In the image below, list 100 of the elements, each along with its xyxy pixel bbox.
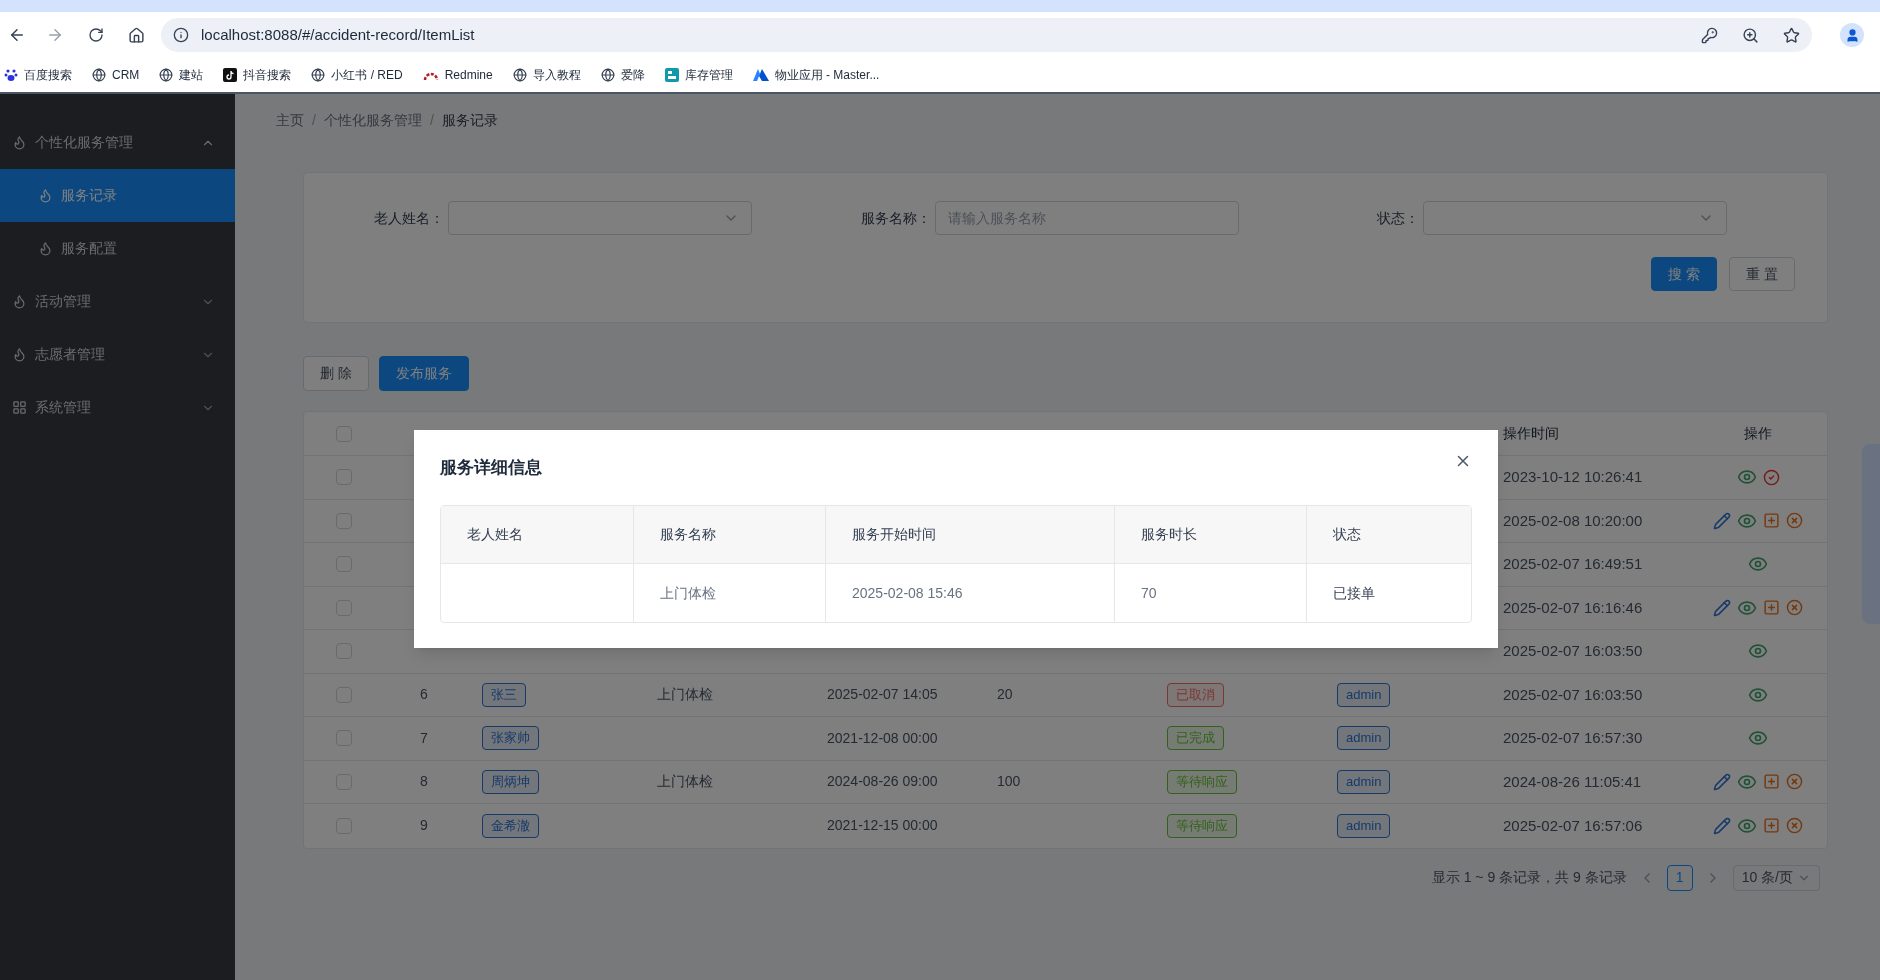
flame-icon (38, 188, 53, 203)
table-cell-text: 70 (1141, 583, 1157, 603)
cancel-icon[interactable] (1786, 512, 1803, 530)
grid-icon (12, 400, 27, 415)
column-header: 服务开始时间 (852, 525, 936, 544)
globe-icon (159, 68, 174, 82)
plus-square-icon[interactable] (1763, 817, 1780, 835)
bookmark[interactable]: 小红书 / RED (311, 66, 403, 84)
music-note-icon (223, 68, 238, 82)
flame-icon (12, 135, 27, 150)
table-cell: 2024-08-26 11:05:41 (1503, 772, 1642, 790)
zoom-icon[interactable] (1742, 26, 1759, 44)
pencil-icon[interactable] (1713, 816, 1731, 835)
table-cell: 2025-02-07 16:49:51 (1503, 555, 1643, 572)
home-icon[interactable] (128, 26, 145, 44)
page-button[interactable]: 1 (1666, 864, 1693, 891)
globe-icon (311, 68, 326, 82)
user-icon (1844, 27, 1860, 43)
menu-item[interactable]: 系统管理 (0, 381, 235, 434)
table-cell: 2025-02-07 14:05 (827, 686, 938, 703)
breadcrumb-separator: / (429, 110, 434, 130)
default-button[interactable]: 重 置 (1729, 257, 1795, 291)
bookmark[interactable]: 物业应用 - Master... (752, 66, 880, 84)
table-cell: 上门体检 (657, 686, 713, 703)
table-cell: 2025-02-07 16:16:46 (1503, 598, 1643, 616)
url-text: localhost:8088/#/accident-record/ItemList (201, 24, 475, 45)
bookmark[interactable]: 库存管理 (664, 66, 733, 84)
bookmark[interactable]: 百度搜索 (4, 66, 72, 84)
flame-icon (38, 241, 53, 256)
column-header: 服务名称 (660, 525, 716, 544)
pencil-icon[interactable] (1713, 598, 1731, 617)
filter-label: 状态： (1377, 208, 1419, 228)
table-cell: 2023-10-12 10:26:41 (1503, 468, 1643, 485)
bookmark[interactable]: CRM (92, 66, 140, 84)
star-icon[interactable] (1783, 26, 1800, 44)
table-cell: 20 (997, 686, 1013, 703)
paw-icon (4, 68, 18, 82)
breadcrumb-item: 服务记录 (441, 110, 498, 130)
profile-avatar[interactable] (1840, 23, 1864, 47)
bookmark[interactable]: 爱降 (600, 66, 645, 84)
row-number: 6 (420, 685, 428, 705)
plus-square-icon[interactable] (1763, 599, 1780, 617)
table-cell-text: 已接单 (1333, 583, 1375, 603)
bookmark[interactable]: 导入教程 (512, 66, 581, 84)
app-icon (664, 68, 679, 82)
table-cell: 2025-02-07 16:03:50 (1503, 685, 1643, 703)
flame-icon (12, 294, 27, 309)
table-cell: 2021-12-08 00:00 (827, 729, 938, 746)
column-header: 状态 (1333, 525, 1361, 544)
row-number: 8 (420, 772, 428, 792)
key-icon[interactable] (1701, 26, 1718, 44)
table-cell-text: 上门体检 (660, 583, 716, 603)
check-circle-icon[interactable] (1762, 468, 1780, 486)
select-field[interactable] (1423, 201, 1727, 235)
reload-icon[interactable] (88, 27, 104, 43)
plus-square-icon[interactable] (1763, 773, 1780, 791)
pencil-icon[interactable] (1713, 511, 1731, 530)
cancel-icon[interactable] (1786, 817, 1803, 835)
table-cell: 100 (997, 773, 1021, 790)
column-header: 操作时间 (1503, 425, 1559, 441)
menu-item[interactable]: 志愿者管理 (0, 328, 235, 381)
column-header: 服务时长 (1141, 525, 1197, 544)
address-bar[interactable]: localhost:8088/#/accident-record/ItemList (161, 18, 1812, 52)
primary-button[interactable]: 发布服务 (378, 356, 469, 391)
menu-item[interactable]: 个性化服务管理 (0, 116, 235, 169)
table-cell-text: 2025-02-08 15:46 (852, 583, 963, 603)
table-cell: 2025-02-07 16:57:06 (1503, 816, 1643, 834)
forward-icon[interactable] (46, 26, 64, 44)
filter-label: 老人姓名： (373, 208, 444, 228)
plus-square-icon[interactable] (1763, 512, 1780, 530)
info-icon[interactable] (173, 27, 189, 43)
select-field[interactable] (447, 201, 752, 235)
breadcrumb-item[interactable]: 主页 (276, 109, 304, 131)
cancel-icon[interactable] (1786, 599, 1803, 617)
menu-item[interactable]: 活动管理 (0, 275, 235, 328)
table-cell: 2025-02-07 16:57:30 (1503, 729, 1643, 746)
table-cell: 2025-02-07 16:03:50 (1503, 642, 1643, 659)
flame-icon (12, 347, 27, 362)
default-button[interactable]: 删 除 (303, 356, 369, 391)
page-size-select[interactable]: 10 条/页 (1732, 864, 1820, 891)
triangle-icon (752, 68, 769, 82)
globe-icon (600, 68, 615, 82)
globe-icon (92, 68, 106, 82)
column-header: 老人姓名 (467, 525, 523, 544)
bookmark[interactable]: 建站 (159, 66, 204, 84)
globe-icon (512, 68, 527, 82)
bookmark[interactable]: 抖音搜索 (223, 66, 292, 84)
bookmark[interactable]: Redmine (422, 66, 493, 84)
row-number: 7 (420, 728, 428, 748)
table-cell: 2025-02-08 10:20:00 (1503, 511, 1643, 529)
table-cell: 2021-12-15 00:00 (827, 817, 938, 834)
submenu-item[interactable]: 服务配置 (0, 222, 235, 275)
row-number: 9 (420, 816, 428, 836)
submenu-item[interactable]: 服务记录 (0, 169, 235, 222)
dialog-title: 服务详细信息 (440, 456, 542, 479)
breadcrumb-item[interactable]: 个性化服务管理 (323, 109, 422, 131)
pencil-icon[interactable] (1713, 772, 1731, 791)
primary-button[interactable]: 搜 索 (1651, 257, 1718, 291)
cancel-icon[interactable] (1786, 773, 1803, 791)
back-icon[interactable] (8, 26, 26, 44)
